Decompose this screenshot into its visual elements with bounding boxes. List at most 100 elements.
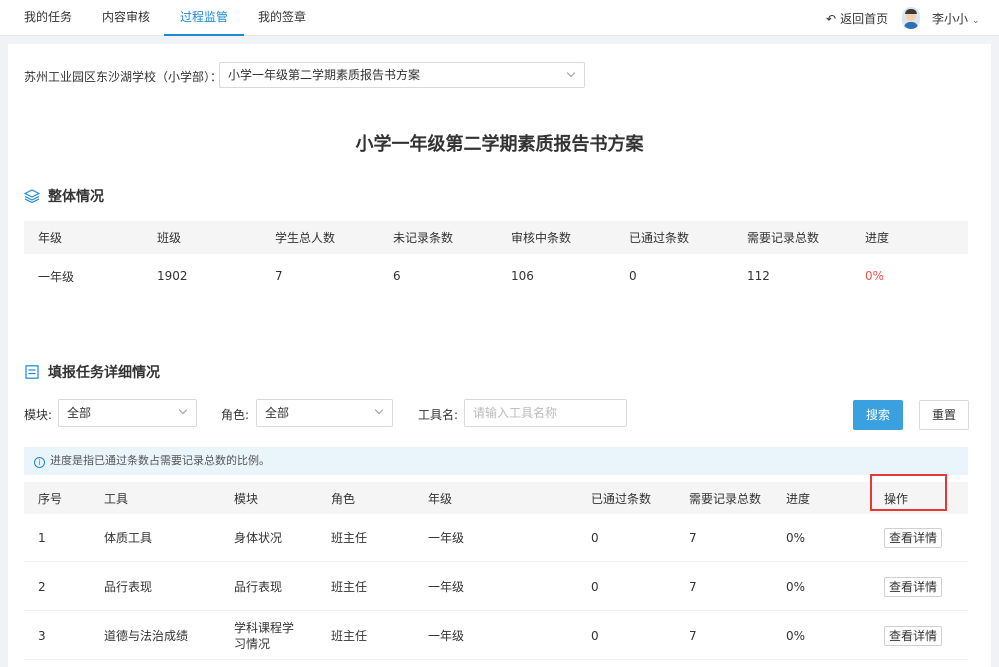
table-row: 1 体质工具 身体状况 班主任 一年级 0 7 0% 查看详情 [24,514,968,562]
col-header: 已通过条数 [629,231,690,245]
user-menu[interactable]: 李小小 ⌄ [932,10,980,27]
tool-filter-label: 工具名: [418,408,459,422]
cell-total: 7 [689,579,697,594]
tab-content-review[interactable]: 内容审核 [86,0,166,36]
cell-grade: 一年级 [428,531,465,545]
cell-progress: 0% [786,530,806,545]
layers-icon [24,189,40,203]
view-details-button[interactable]: 查看详情 [884,576,942,597]
module-select[interactable]: 全部 [58,399,197,427]
cell-progress: 0% [865,269,885,283]
cell-no: 2 [38,579,46,594]
cell-grade: 一年级 [428,580,465,594]
info-bar: i 进度是指已通过条数占需要记录总数的比例。 [24,447,968,475]
col-header: 需要记录总数 [747,231,820,245]
col-header: 审核中条数 [511,231,572,245]
back-home-link[interactable]: ↶ 返回首页 [826,10,888,27]
role-select-value: 全部 [265,406,290,420]
cell-reviewing: 106 [511,269,534,283]
cell-students: 7 [275,269,283,283]
tab-process-monitor[interactable]: 过程监管 [164,0,245,36]
overview-section-title: 整体情况 [24,186,104,206]
cell-module: 学科课程学习情况 [234,620,295,651]
cell-passed: 0 [629,269,637,283]
cell-tool: 体质工具 [104,531,153,545]
cell-no: 3 [38,628,46,643]
cell-role: 班主任 [331,531,368,545]
col-header: 班级 [157,231,182,245]
col-header: 序号 [38,491,63,506]
main-card: 苏州工业园区东沙湖学校（小学部）： 小学一年级第二学期素质报告书方案 小学一年级… [8,44,991,667]
cell-tool: 品行表现 [104,580,153,594]
tool-name-input[interactable]: 请输入工具名称 [464,399,627,427]
cell-total: 7 [689,530,697,545]
col-header: 年级 [428,491,453,506]
cell-no: 1 [38,530,46,545]
cell-grade: 一年级 [38,269,75,284]
avatar[interactable] [902,7,920,29]
table-row: 2 品行表现 品行表现 班主任 一年级 0 7 0% 查看详情 [24,563,968,611]
role-filter-label: 角色: [221,408,250,422]
page-title: 小学一年级第二学期素质报告书方案 [355,134,644,155]
info-icon: i [34,457,45,468]
cell-action: 查看详情 [884,563,942,610]
cell-action: 查看详情 [884,612,942,659]
cell-total: 112 [747,269,770,283]
return-arrow-icon: ↶ [826,12,837,26]
view-details-button[interactable]: 查看详情 [884,527,942,548]
col-header: 年级 [38,231,63,245]
col-header: 需要记录总数 [689,491,762,506]
cell-module: 身体状况 [234,531,283,545]
col-header: 未记录条数 [393,231,454,245]
role-select[interactable]: 全部 [256,399,393,427]
plan-select-value: 小学一年级第二学期素质报告书方案 [228,68,421,82]
overview-table-header: 年级 班级 学生总人数 未记录条数 审核中条数 已通过条数 需要记录总数 进度 [24,221,968,254]
school-label: 苏州工业园区东沙湖学校（小学部）： [24,70,223,84]
cell-grade: 一年级 [428,629,465,643]
cell-tool: 道德与法治成绩 [104,629,189,643]
cell-progress: 0% [786,579,806,594]
cell-role: 班主任 [331,580,368,594]
cell-passed: 0 [591,579,599,594]
document-icon [25,365,39,379]
col-header: 已通过条数 [591,491,652,506]
module-select-value: 全部 [67,406,92,420]
col-header: 进度 [786,491,811,506]
detail-section-title: 填报任务详细情况 [24,362,160,382]
cell-passed: 0 [591,530,599,545]
tab-my-signature[interactable]: 我的签章 [242,0,322,36]
cell-unrecorded: 6 [393,269,401,283]
cell-passed: 0 [591,628,599,643]
chevron-down-icon [178,405,188,415]
detail-table-header: 序号 工具 模块 角色 年级 已通过条数 需要记录总数 进度 操作 [24,482,968,514]
view-details-button[interactable]: 查看详情 [884,625,942,646]
reset-button[interactable]: 重置 [919,400,969,430]
cell-progress: 0% [786,628,806,643]
tab-my-tasks[interactable]: 我的任务 [8,0,88,36]
col-header: 工具 [104,491,129,506]
info-text: 进度是指已通过条数占需要记录总数的比例。 [50,454,270,467]
cell-action: 查看详情 [884,514,942,561]
chevron-down-icon: ⌄ [972,16,980,26]
plan-select[interactable]: 小学一年级第二学期素质报告书方案 [219,62,585,88]
overview-title-text: 整体情况 [48,189,104,205]
cell-total: 7 [689,628,697,643]
cell-module: 品行表现 [234,580,283,594]
col-header: 学生总人数 [275,231,336,245]
top-nav: 我的任务 内容审核 过程监管 我的签章 ↶ 返回首页 李小小 ⌄ [0,0,999,36]
table-row: 一年级 1902 7 6 106 0 112 0% [24,256,968,296]
col-header: 角色 [331,491,356,506]
col-header: 模块 [234,491,259,506]
back-home-label: 返回首页 [840,12,889,26]
table-row: 3 道德与法治成绩 学科课程学习情况 班主任 一年级 0 7 0% 查看详情 [24,612,968,660]
chevron-down-icon [374,405,384,415]
col-header: 进度 [865,231,890,245]
chevron-down-icon [566,68,576,78]
cell-role: 班主任 [331,629,368,643]
highlight-box [870,474,947,511]
search-button[interactable]: 搜索 [853,400,903,430]
detail-title-text: 填报任务详细情况 [48,365,160,381]
module-filter-label: 模块: [24,408,53,422]
user-name: 李小小 [932,12,969,26]
cell-class: 1902 [157,269,188,283]
